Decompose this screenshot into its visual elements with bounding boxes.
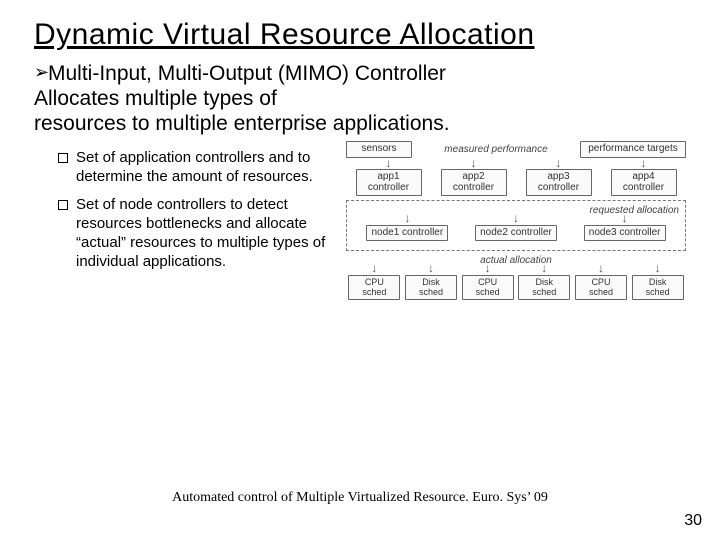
diagram-top-row: sensors measured performance performance… [346, 141, 686, 158]
subbullet-text: Set of application controllers and to de… [76, 148, 334, 186]
subbullet-text: Set of node controllers to detect resour… [76, 195, 334, 272]
arrow-icon: ➢ [34, 62, 48, 83]
page-number: 30 [684, 512, 702, 530]
scheduler-box: Disk sched [632, 275, 684, 300]
app-controller-box: app3 controller [526, 169, 592, 196]
bullet-level1: ➢Multi-Input, Multi-Output (MIMO) Contro… [34, 62, 686, 136]
node-controller-box: node3 controller [584, 225, 666, 242]
content-columns: Set of application controllers and to de… [34, 142, 686, 303]
node-controller-box: node1 controller [366, 225, 448, 242]
scheduler-box: Disk sched [405, 275, 457, 300]
node-controllers-row: node1 controller node2 controller node3 … [353, 225, 679, 242]
slide: Dynamic Virtual Resource Allocation ➢Mul… [0, 0, 720, 540]
subbullet: Set of application controllers and to de… [58, 148, 334, 186]
subbullet: Set of node controllers to detect resour… [58, 195, 334, 272]
sensors-box: sensors [346, 141, 412, 158]
app-controller-box: app1 controller [356, 169, 422, 196]
reference-citation: Automated control of Multiple Virtualize… [0, 490, 720, 506]
scheduler-box: CPU sched [462, 275, 514, 300]
measured-perf-label: measured performance [412, 144, 580, 155]
scheduler-box: Disk sched [518, 275, 570, 300]
arrow-row: ↓↓↓↓ [346, 159, 686, 169]
scheduler-box: CPU sched [348, 275, 400, 300]
left-column: Set of application controllers and to de… [34, 142, 334, 303]
scheduler-box: CPU sched [575, 275, 627, 300]
app-controller-box: app2 controller [441, 169, 507, 196]
requested-allocation-group: requested allocation ↓↓↓ node1 controlle… [346, 200, 686, 251]
app-controller-box: app4 controller [611, 169, 677, 196]
perf-targets-box: performance targets [580, 141, 686, 158]
bullet1-body: Allocates multiple types of resources to… [34, 87, 450, 135]
slide-title: Dynamic Virtual Resource Allocation [34, 18, 686, 52]
app-controllers-row: app1 controller app2 controller app3 con… [346, 169, 686, 196]
node-controller-box: node2 controller [475, 225, 557, 242]
square-bullet-icon [58, 200, 68, 210]
square-bullet-icon [58, 153, 68, 163]
bullet1-lead: Multi-Input, Multi-Output (MIMO) Control… [48, 62, 446, 85]
schedulers-row: CPU sched Disk sched CPU sched Disk sche… [346, 275, 686, 300]
architecture-diagram: sensors measured performance performance… [346, 138, 686, 303]
